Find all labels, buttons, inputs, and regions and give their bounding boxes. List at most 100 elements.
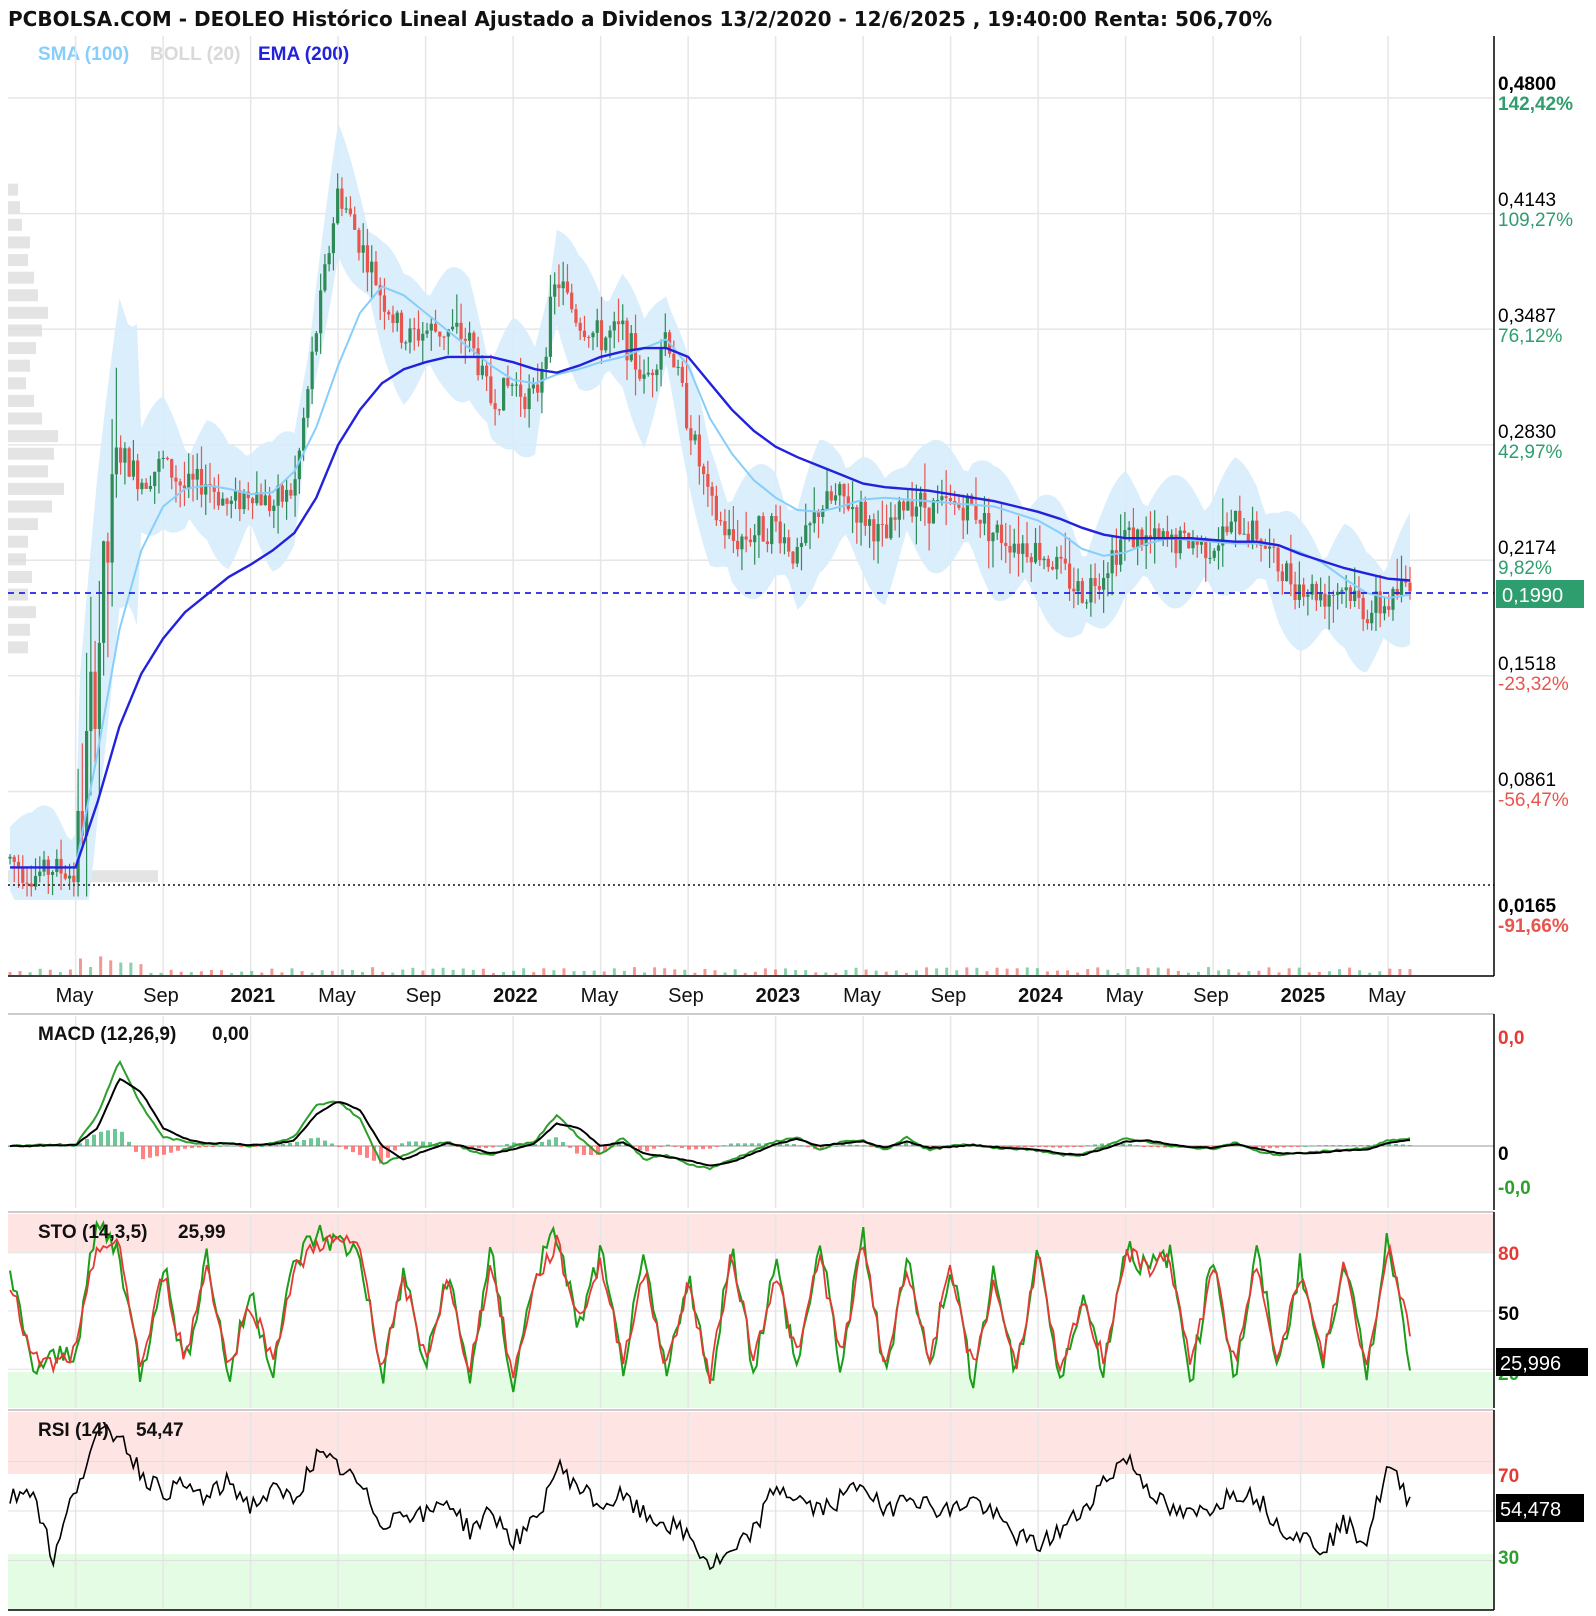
volume-bar [149,972,153,975]
volume-bar [58,972,62,975]
volume-bar [522,968,526,975]
volume-profile-bar [8,482,64,495]
macd-hist-bar [1303,1145,1307,1147]
macd-hist-bar [162,1146,166,1155]
candle-body [119,447,123,463]
volume-bar [290,968,294,975]
candle-body [578,322,582,331]
macd-zero-label: 0 [1498,1144,1509,1165]
volume-profile-bar [8,377,26,390]
candle-body [944,496,948,499]
candle-body [1076,581,1080,592]
x-tick-label: May [1106,985,1144,1007]
candle-body [719,520,723,522]
candle-body [429,323,433,331]
macd-hist-bar [85,1138,89,1146]
candle-body [514,384,518,386]
volume-bar [381,971,385,975]
macd-hist-bar [1394,1143,1398,1146]
candle-body [374,261,378,286]
candle-body [450,326,455,330]
volume-bar [1277,972,1281,975]
macd-hist-bar [652,1146,656,1149]
candle-body [353,214,357,230]
volume-bar [1136,967,1140,975]
x-tick-label: 2021 [231,985,276,1007]
candle-body [314,333,318,352]
candle-body [880,523,884,525]
candle-body [502,377,506,411]
macd-hist-bar [211,1146,215,1147]
candle-body [961,507,965,521]
volume-bar [230,972,234,975]
price-pct-label: -23,32% [1498,674,1569,695]
candle-body [195,468,199,480]
volume-profile-bar [8,570,32,583]
candle-body [982,513,987,524]
candle-body [1114,550,1118,565]
macd-hist-bar [1275,1146,1279,1148]
macd-hist-bar [1268,1146,1272,1149]
candle-body [1378,591,1382,614]
candle-body [493,403,497,410]
volume-bar [411,967,415,975]
candle-body [859,501,863,523]
volume-bar [945,967,949,975]
macd-panel: MACD (12,26,9) 0,00 0,0 0 -0,0 [8,1013,1531,1210]
volume-bar [753,971,757,975]
macd-hist-bar [736,1143,740,1146]
volume-bar [995,967,999,975]
volume-bar [89,967,93,975]
candle-body [799,543,804,547]
candle-body [778,521,782,544]
candle-body [591,332,595,338]
volume-bar [179,971,183,975]
volume-bar [250,970,254,975]
candle-body [140,482,144,490]
volume-bar [975,967,979,975]
x-tick-label: May [318,985,356,1007]
macd-hist-bar [1037,1146,1041,1147]
volume-bar [965,967,969,975]
candle-body [323,264,327,291]
volume-bar [955,970,959,975]
macd-hist-bar [575,1146,579,1154]
volume-profile-bar [8,201,20,214]
candle-body [1089,578,1093,603]
macd-hist-bar [351,1146,355,1153]
candle-body [570,292,574,310]
volume-bar [784,968,788,975]
macd-hist-bar [687,1146,691,1150]
volume-profile-bar [8,412,42,425]
candle-body [1178,530,1182,554]
candle-body [740,536,744,550]
rsi-value: 54,47 [136,1420,184,1441]
candle-body [365,245,370,273]
macd-hist-bar [792,1144,796,1146]
macd-hist-bar [183,1146,187,1149]
macd-hist-bar [1408,1145,1412,1147]
macd-hist-bar [337,1146,341,1147]
volume-bar [139,964,143,975]
candle-body [67,875,72,879]
candle-body [727,529,731,536]
candle-body [1382,606,1387,614]
macd-hist-bar [1261,1146,1265,1149]
macd-hist-bar [477,1146,481,1149]
candle-body [850,507,855,510]
macd-value: 0,00 [212,1024,249,1045]
macd-hist-bar [554,1137,558,1146]
candle-body [1033,542,1038,563]
price-pct-label: 42,97% [1498,442,1563,463]
macd-hist-bar [218,1145,222,1147]
candle-body [127,448,131,477]
x-tick-label: May [843,985,881,1007]
volume-bar [1146,968,1150,975]
candle-body [165,457,170,460]
price-pct-label: 9,82% [1498,558,1552,579]
candle-body [1182,530,1187,534]
candle-body [29,883,33,887]
candle-body [574,309,578,323]
candle-body [1191,541,1195,549]
candle-body [382,295,387,312]
